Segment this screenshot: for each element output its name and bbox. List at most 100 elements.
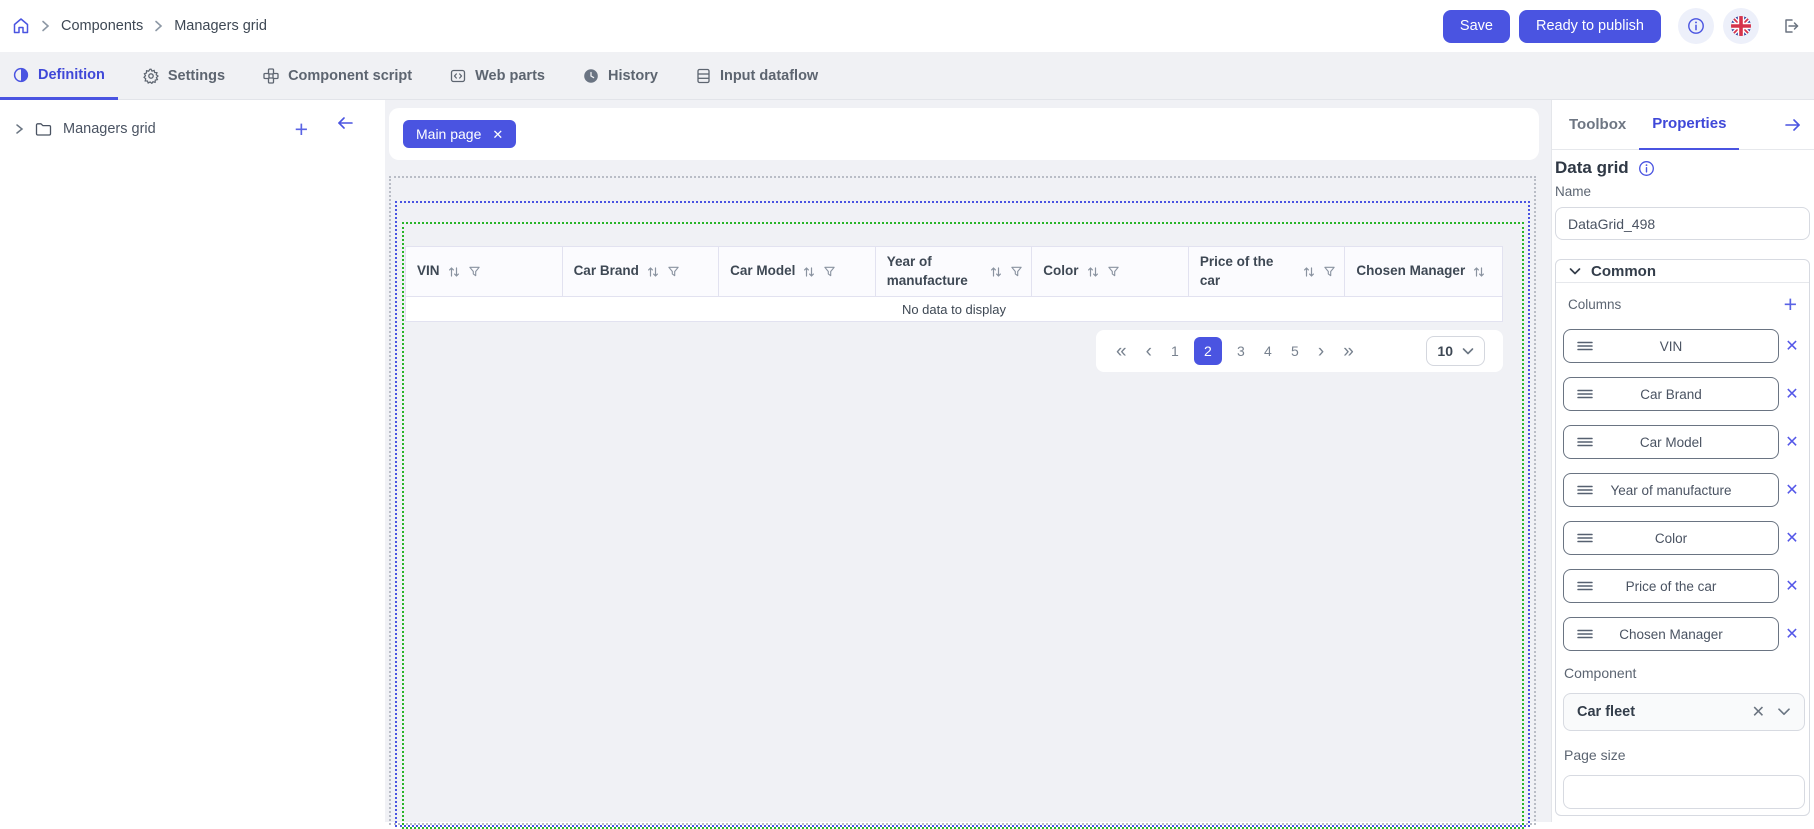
- sort-icon[interactable]: [1086, 265, 1100, 279]
- column-item-row: VIN ✕: [1563, 329, 1805, 363]
- expand-chevron-icon[interactable]: [14, 123, 24, 135]
- column-chip-car-brand[interactable]: Car Brand: [1563, 377, 1779, 411]
- column-header-color[interactable]: Color: [1032, 247, 1189, 296]
- topbar-actions: Save Ready to publish: [1443, 8, 1814, 44]
- remove-column-icon[interactable]: ✕: [1779, 528, 1805, 548]
- folder-icon: [35, 122, 52, 137]
- common-section-header[interactable]: Common: [1556, 260, 1809, 283]
- language-button[interactable]: [1723, 8, 1759, 44]
- next-page-button[interactable]: ›: [1316, 342, 1326, 361]
- drag-handle-icon[interactable]: [1576, 579, 1594, 593]
- add-page-button[interactable]: +: [295, 121, 308, 137]
- tab-toolbox[interactable]: Toolbox: [1556, 100, 1639, 150]
- page-size-dropdown[interactable]: 10: [1426, 336, 1485, 366]
- last-page-button[interactable]: »: [1341, 342, 1356, 361]
- remove-column-icon[interactable]: ✕: [1779, 624, 1805, 644]
- common-section: Common Columns + VIN ✕ Car Brand: [1555, 259, 1810, 816]
- tab-history[interactable]: History: [570, 52, 671, 100]
- collapse-panel-button[interactable]: [336, 115, 355, 131]
- page-button-1[interactable]: 1: [1169, 343, 1181, 359]
- column-item-row: Year of manufacture ✕: [1563, 473, 1805, 507]
- drag-handle-icon[interactable]: [1576, 531, 1594, 545]
- remove-column-icon[interactable]: ✕: [1779, 576, 1805, 596]
- gear-icon: [143, 68, 159, 84]
- filter-icon[interactable]: [823, 265, 836, 278]
- tab-settings[interactable]: Settings: [130, 52, 238, 100]
- remove-column-icon[interactable]: ✕: [1779, 480, 1805, 500]
- uk-flag-icon: [1731, 16, 1751, 36]
- component-select[interactable]: Car fleet ✕: [1563, 693, 1805, 731]
- column-header-car-model[interactable]: Car Model: [719, 247, 876, 296]
- sort-icon[interactable]: [1472, 265, 1486, 279]
- sort-icon[interactable]: [447, 265, 461, 279]
- info-button[interactable]: [1678, 8, 1714, 44]
- tab-definition[interactable]: Definition: [0, 52, 118, 100]
- design-canvas[interactable]: Main page ✕ VIN Car Brand Ca: [385, 100, 1551, 822]
- page-button-2-active[interactable]: 2: [1194, 337, 1222, 365]
- drag-handle-icon[interactable]: [1576, 435, 1594, 449]
- name-input[interactable]: [1555, 207, 1810, 240]
- chevron-down-icon: [1462, 347, 1474, 356]
- page-button-5[interactable]: 5: [1289, 343, 1301, 359]
- drag-handle-icon[interactable]: [1576, 339, 1594, 353]
- tab-input-dataflow[interactable]: Input dataflow: [683, 52, 831, 100]
- remove-column-icon[interactable]: ✕: [1779, 432, 1805, 452]
- column-header-car-brand[interactable]: Car Brand: [563, 247, 720, 296]
- column-header-chosen-manager[interactable]: Chosen Manager: [1345, 247, 1502, 296]
- column-chip-car-model[interactable]: Car Model: [1563, 425, 1779, 459]
- column-chip-year-of-manufacture[interactable]: Year of manufacture: [1563, 473, 1779, 507]
- filter-icon[interactable]: [1010, 265, 1023, 278]
- data-grid-component[interactable]: VIN Car Brand Car Model: [405, 246, 1503, 322]
- save-button[interactable]: Save: [1443, 10, 1510, 43]
- view-tab-bar: Definition Settings Component script: [0, 52, 1814, 100]
- info-icon[interactable]: [1638, 160, 1655, 177]
- sort-icon[interactable]: [646, 265, 660, 279]
- column-chip-vin[interactable]: VIN: [1563, 329, 1779, 363]
- previous-page-button[interactable]: ‹: [1144, 342, 1154, 361]
- column-chip-price-of-the-car[interactable]: Price of the car: [1563, 569, 1779, 603]
- properties-panel: Toolbox Properties Data grid Name: [1551, 100, 1814, 822]
- column-chip-color[interactable]: Color: [1563, 521, 1779, 555]
- sort-icon[interactable]: [989, 265, 1003, 279]
- filter-icon[interactable]: [667, 265, 680, 278]
- clear-icon[interactable]: ✕: [1752, 702, 1765, 722]
- sort-icon[interactable]: [1302, 265, 1316, 279]
- tab-component-script[interactable]: Component script: [250, 52, 425, 100]
- drag-handle-icon[interactable]: [1576, 483, 1594, 497]
- tab-web-parts[interactable]: Web parts: [437, 52, 558, 100]
- breadcrumb-managers-grid[interactable]: Managers grid: [174, 18, 267, 34]
- dataflow-icon: [696, 68, 711, 84]
- component-label: Component: [1564, 665, 1809, 681]
- component-type-title: Data grid: [1555, 158, 1629, 178]
- home-icon[interactable]: [12, 17, 30, 35]
- tab-properties[interactable]: Properties: [1639, 100, 1739, 150]
- column-chip-chosen-manager[interactable]: Chosen Manager: [1563, 617, 1779, 651]
- exit-button[interactable]: [1780, 16, 1800, 36]
- first-page-button[interactable]: «: [1114, 342, 1129, 361]
- column-header-vin[interactable]: VIN: [406, 247, 563, 296]
- add-column-button[interactable]: +: [1784, 295, 1797, 313]
- tab-label: Component script: [288, 68, 412, 84]
- close-icon[interactable]: ✕: [492, 128, 503, 141]
- sort-icon[interactable]: [802, 265, 816, 279]
- tree-item-managers-grid[interactable]: Managers grid +: [0, 100, 385, 137]
- remove-column-icon[interactable]: ✕: [1779, 384, 1805, 404]
- ready-to-publish-button[interactable]: Ready to publish: [1519, 10, 1661, 43]
- column-header-year-of-manufacture[interactable]: Year of manufacture: [876, 247, 1033, 296]
- column-header-price-of-the-car[interactable]: Price of the car: [1189, 247, 1346, 296]
- drag-handle-icon[interactable]: [1576, 387, 1594, 401]
- filter-icon[interactable]: [468, 265, 481, 278]
- filter-icon[interactable]: [1323, 265, 1336, 278]
- breadcrumb-components[interactable]: Components: [61, 18, 143, 34]
- page-button-4[interactable]: 4: [1262, 343, 1274, 359]
- definition-icon: [13, 67, 29, 83]
- collapse-panel-right-button[interactable]: [1783, 117, 1802, 133]
- page-size-input[interactable]: [1563, 775, 1805, 809]
- page-chip-main-page[interactable]: Main page ✕: [403, 120, 516, 148]
- page-button-3[interactable]: 3: [1235, 343, 1247, 359]
- column-item-row: Chosen Manager ✕: [1563, 617, 1805, 651]
- drag-handle-icon[interactable]: [1576, 627, 1594, 641]
- remove-column-icon[interactable]: ✕: [1779, 336, 1805, 356]
- tab-label: Web parts: [475, 68, 545, 84]
- filter-icon[interactable]: [1107, 265, 1120, 278]
